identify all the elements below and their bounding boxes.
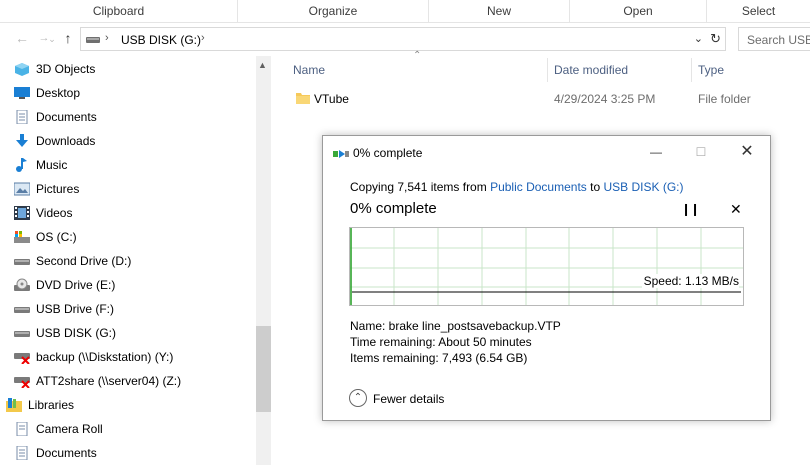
minimize-button[interactable]: —: [646, 143, 666, 161]
speed-label: Speed: 1.13 MB/s: [641, 274, 739, 288]
file-date-modified: 4/29/2024 3:25 PM: [554, 92, 656, 106]
address-bar[interactable]: › USB DISK (G:) › ⌄ ↻: [80, 27, 726, 51]
camera-roll-icon: [16, 422, 28, 436]
breadcrumb-chevron-icon[interactable]: ›: [105, 32, 109, 44]
drive-icon: [86, 37, 100, 43]
breadcrumb-current[interactable]: USB DISK (G:): [121, 33, 201, 47]
music-icon: [16, 158, 27, 172]
folder-icon: [296, 93, 310, 104]
progress-fill: [350, 228, 352, 305]
ribbon-group-new[interactable]: New: [429, 0, 570, 22]
recent-locations-chevron-icon[interactable]: ⌄: [44, 31, 60, 47]
documents-icon: [16, 110, 28, 124]
column-header-date-modified[interactable]: Date modified: [554, 56, 628, 84]
navigation-pane: ▲ 3D Objects Desktop Documents Downloads…: [0, 56, 272, 465]
search-input[interactable]: Search USB: [738, 27, 810, 51]
drive-icon: [14, 259, 30, 265]
back-arrow-icon[interactable]: ←: [14, 30, 30, 46]
column-divider[interactable]: [691, 58, 692, 82]
ribbon-group-open[interactable]: Open: [570, 0, 707, 22]
ribbon-group-organize[interactable]: Organize: [238, 0, 429, 22]
file-row[interactable]: VTube 4/29/2024 3:25 PM File folder: [290, 88, 810, 110]
close-button[interactable]: ✕: [737, 143, 757, 161]
copy-summary: Copying 7,541 items from Public Document…: [350, 180, 684, 194]
address-dropdown-icon[interactable]: ⌄: [694, 32, 703, 45]
source-link[interactable]: Public Documents: [490, 180, 587, 194]
percent-complete: 0% complete: [350, 200, 437, 217]
refresh-icon[interactable]: ↻: [710, 31, 721, 47]
drive-icon: [14, 307, 30, 313]
ribbon: Clipboard Organize New Open Select: [0, 0, 810, 23]
items-remaining: Items remaining: 7,493 (6.54 GB): [350, 351, 528, 365]
ribbon-group-select[interactable]: Select: [707, 0, 810, 22]
breadcrumb-chevron-icon[interactable]: ›: [201, 32, 205, 44]
cancel-button[interactable]: ✕: [730, 201, 742, 218]
pictures-icon: [14, 182, 30, 196]
videos-icon: [14, 206, 30, 220]
column-header-type[interactable]: Type: [698, 56, 724, 84]
network-drive-disconnected-icon: [14, 353, 30, 364]
column-divider[interactable]: [547, 58, 548, 82]
documents-icon: [16, 446, 28, 460]
file-name: VTube: [314, 92, 349, 106]
column-header-name[interactable]: Name: [293, 56, 325, 84]
chevron-up-icon: ⌃: [349, 389, 367, 407]
3d-objects-icon: [15, 63, 29, 76]
downloads-icon: [16, 134, 28, 147]
sidebar-scrollbar-thumb[interactable]: [256, 326, 271, 412]
os-drive-icon: [14, 231, 30, 243]
destination-link[interactable]: USB DISK (G:): [603, 180, 683, 194]
speed-graph-canvas: [350, 228, 743, 305]
pause-button[interactable]: ❙❙: [681, 202, 700, 216]
dialog-title: 0% complete: [353, 146, 423, 160]
maximize-button[interactable]: ☐: [691, 143, 711, 161]
time-remaining: Time remaining: About 50 minutes: [350, 335, 532, 349]
current-file-name: Name: brake line_postsavebackup.VTP: [350, 319, 561, 333]
dvd-drive-icon: [14, 278, 30, 291]
transfer-speed-graph: Speed: 1.13 MB/s: [349, 227, 744, 306]
desktop-icon: [14, 87, 30, 99]
copy-progress-icon: [333, 150, 349, 158]
up-arrow-icon[interactable]: ↑: [60, 30, 76, 46]
sort-ascending-icon: ⌃: [413, 50, 422, 61]
navigation-bar: ← → ⌄ ↑ › USB DISK (G:) › ⌄ ↻ Search USB: [0, 24, 810, 54]
drive-icon: [14, 331, 30, 337]
copy-progress-dialog: 0% complete — ☐ ✕ Copying 7,541 items fr…: [322, 135, 771, 421]
libraries-icon: [6, 398, 22, 412]
network-drive-disconnected-icon: [14, 377, 30, 388]
ribbon-group-clipboard[interactable]: Clipboard: [0, 0, 238, 22]
scroll-up-arrow-icon[interactable]: ▲: [258, 60, 267, 70]
file-type: File folder: [698, 92, 751, 106]
